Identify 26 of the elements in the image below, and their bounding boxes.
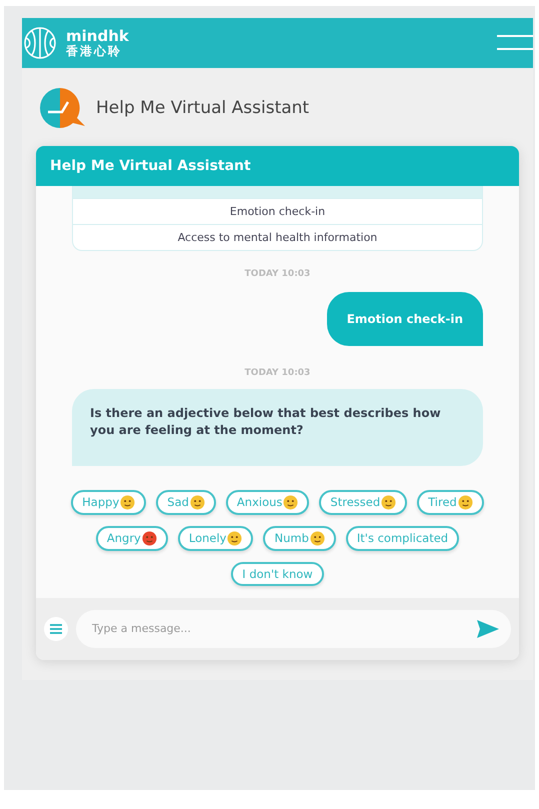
quick-reply-chip[interactable]: I don't know: [231, 562, 324, 586]
quick-reply-chip[interactable]: Sad: [156, 490, 216, 515]
chat-bubble-logo-icon: [38, 86, 86, 130]
timestamp: TODAY 10:03: [244, 269, 310, 279]
brain-logo-icon: [22, 26, 58, 60]
brand-name: mindhk: [66, 28, 129, 45]
menu-button[interactable]: [44, 616, 68, 641]
quick-reply-chip[interactable]: Numb: [263, 526, 336, 551]
menu-icon: [50, 624, 62, 634]
brand-chinese-name: 香港心聆: [66, 44, 123, 58]
quick-reply-chip[interactable]: Lonely: [178, 526, 254, 551]
send-icon[interactable]: [477, 620, 499, 638]
quick-reply-chip[interactable]: It's complicated: [346, 526, 460, 551]
bot-message: Is there an adjective below that best describes how you are feeling at the moment?: [72, 389, 483, 466]
quick-reply-chip[interactable]: Tired: [417, 490, 484, 515]
menu-option[interactable]: Emotion check-in: [73, 198, 482, 224]
page-title: Help Me Virtual Assistant: [96, 98, 310, 118]
chat-title: Help Me Virtual Assistant: [50, 158, 251, 174]
quick-reply-chip[interactable]: Anxious: [226, 490, 310, 515]
quick-reply-chip[interactable]: Angry: [96, 526, 168, 551]
timestamp: TODAY 10:03: [244, 368, 310, 378]
user-message: Emotion check-in: [326, 292, 483, 346]
quick-reply-chip[interactable]: Happy: [71, 490, 146, 515]
menu-option[interactable]: Access to mental health information: [73, 224, 482, 250]
quick-reply-chip[interactable]: Stressed: [319, 490, 408, 515]
message-input[interactable]: Type a message...: [76, 610, 511, 648]
